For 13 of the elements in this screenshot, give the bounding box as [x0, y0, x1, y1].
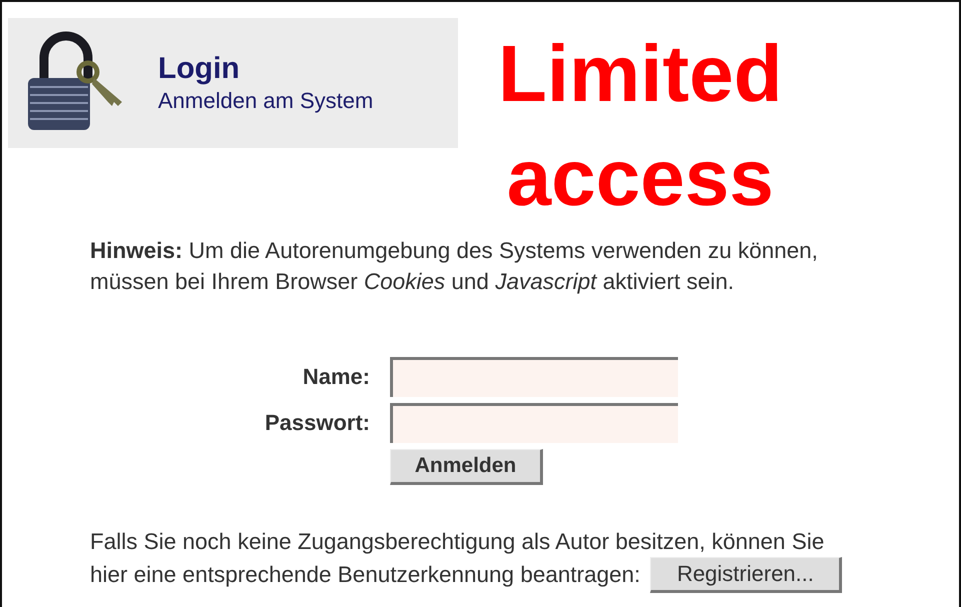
page-subtitle: Anmelden am System [158, 88, 374, 114]
input-field[interactable] [390, 357, 678, 397]
field-label: Name: [302, 364, 370, 390]
login-button[interactable]: Anmelden [390, 449, 543, 485]
register-button[interactable]: Registrieren... [650, 557, 842, 593]
input-field[interactable] [390, 403, 678, 443]
page-title: Login [158, 52, 241, 86]
annotation-text: Limited [498, 28, 782, 120]
field-label: Passwort: [264, 410, 370, 436]
register-text: Falls Sie noch keine Zugangsberechtigung als Autor besitzen, können Sie [90, 529, 824, 555]
annotation-text: access [506, 132, 774, 224]
register-text: hier eine entsprechende Benutzerkennung beantragen: [90, 562, 640, 588]
notice-text: Hinweis: Um die Autorenumgebung des Systems verwenden zu können, müssen bei Ihrem Browser Cookies und Javascript aktiviert sein. [90, 237, 819, 296]
